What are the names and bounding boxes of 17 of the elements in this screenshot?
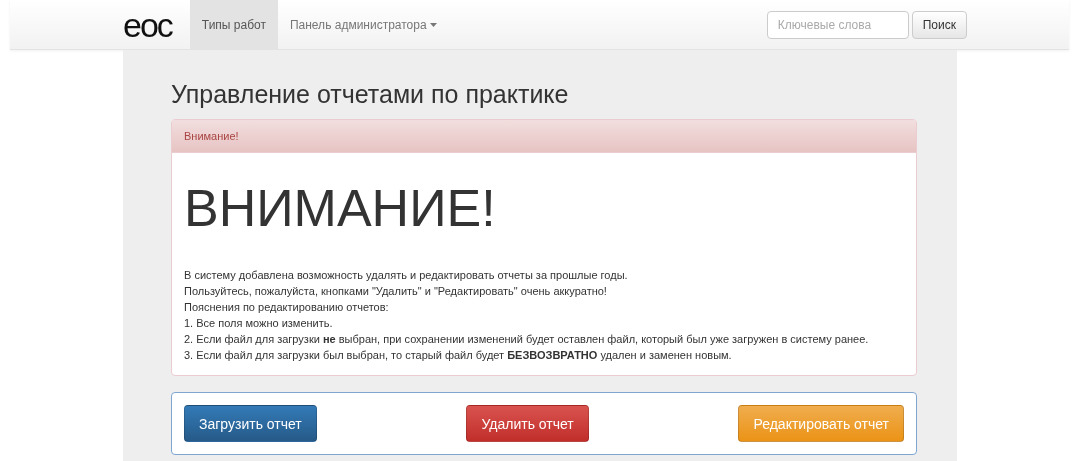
alert-text: 3. Если файл для загрузки был выбран, то старый файл будет БЕЗВОЗВРАТНО удален и заменен новым.	[184, 348, 733, 363]
search-field[interactable]: Ключевые слова	[766, 10, 909, 39]
alert-text: В систему добавлена возможность удалять и редактировать отчеты за прошлые годы.	[184, 268, 629, 283]
page-title: Управление отчетами по практике	[171, 80, 570, 109]
delete-button[interactable]: Удалить отчет	[466, 405, 589, 442]
alert-text: 1. Все поля можно изменить.	[184, 316, 334, 331]
nav-item[interactable]: Типы работ	[189, 0, 278, 49]
alert-title: ВНИМАНИЕ!	[184, 178, 497, 239]
caret-icon	[429, 22, 437, 27]
search-button[interactable]: Поиск	[911, 10, 967, 39]
alert-heading: Внимание!	[172, 120, 916, 153]
alert-text: 2. Если файл для загрузки не выбран, при сохранении изменений будет оставлен файл, который был уже загружен в систему ранее.	[184, 332, 870, 347]
logo[interactable]: eoc	[123, 0, 172, 49]
upload-button[interactable]: Загрузить отчет	[184, 405, 317, 442]
nav-item[interactable]: Панель администратора	[277, 0, 449, 49]
alert-text: Пояснения по редактированию отчетов:	[184, 300, 390, 315]
alert-text: Пользуйтесь, пожалуйста, кнопками "Удалить" и "Редактировать" очень аккуратно!	[184, 284, 608, 299]
